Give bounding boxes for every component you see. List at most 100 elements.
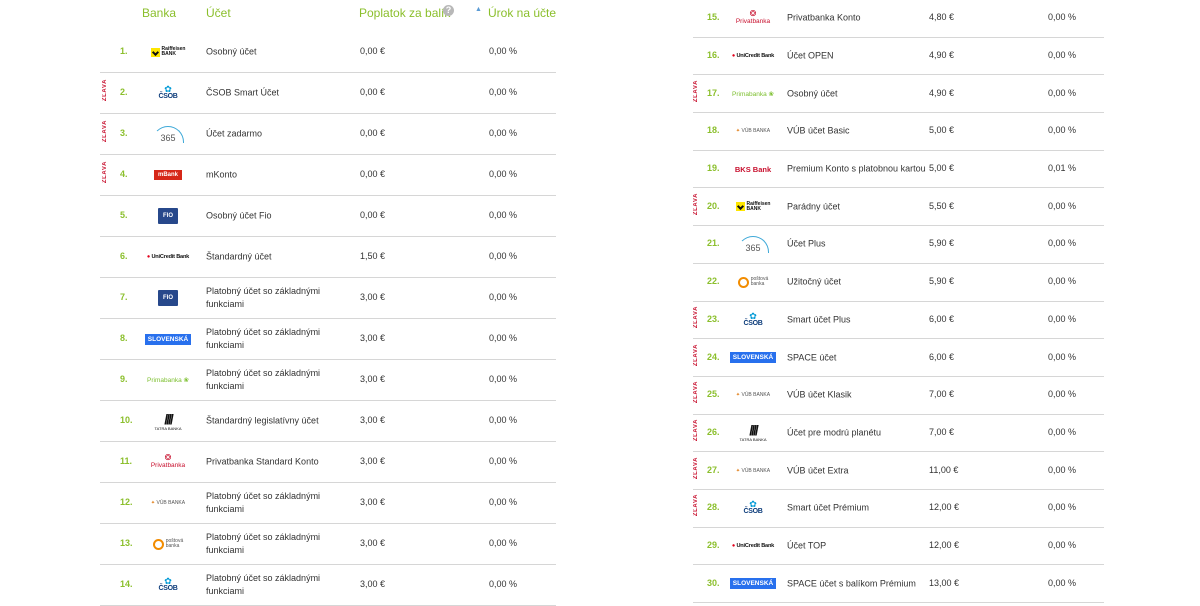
unicredit-wordmark: ● UniCredit Bank — [731, 542, 775, 549]
table-row[interactable]: ZĽAVA 2. ✿ ČSOB ČSOB Smart Účet 0,00 € 0,00 % — [100, 73, 556, 114]
table-row[interactable]: 18. ✦ VÚB BANKA VÚB účet Basic 5,00 € 0,00 % — [693, 113, 1104, 151]
fee-value: 3,00 € — [360, 292, 386, 302]
account-name[interactable]: Účet Plus — [787, 238, 922, 251]
account-name[interactable]: VÚB účet Klasik — [787, 389, 922, 402]
table-row[interactable]: 11. ❂ Privatbanka Privatbanka Standard Kont… — [100, 442, 556, 483]
interest-rate: 0,00 % — [1048, 539, 1077, 550]
fee-value: 12,00 € — [929, 502, 960, 513]
account-name[interactable]: Premium Konto s platobnou kartou — [787, 163, 926, 176]
account-name[interactable]: Smart účet Plus — [787, 313, 922, 326]
column-header-poplatok[interactable]: Poplatok za balík — [359, 6, 450, 20]
fee-value: 5,90 € — [929, 276, 955, 287]
unicredit-emblem-icon: ● — [731, 53, 737, 60]
account-name[interactable]: Platobný účet so základnými funkciami — [206, 326, 346, 352]
mbank-wordmark: mBank — [153, 170, 182, 180]
raiffeisen-emblem-icon — [735, 202, 745, 212]
account-name[interactable]: mKonto — [206, 169, 346, 182]
table-row[interactable]: 12. ✦ VÚB BANKA Platobný účet so základným… — [100, 483, 556, 524]
interest-rate: 0,00 % — [489, 169, 518, 179]
table-row[interactable]: 13. poštová banka Platobný účet so základný… — [100, 524, 556, 565]
sort-ascending-icon[interactable]: ▲ — [475, 6, 482, 13]
csob-mark: ✿ ČSOB — [158, 577, 177, 593]
rank-number: 17. — [707, 87, 720, 98]
account-name[interactable]: Osobný účet — [787, 87, 922, 100]
table-row[interactable]: ZĽAVA 26. ////TATRA BANKA Účet pre modrú pl… — [693, 415, 1104, 453]
table-row[interactable]: ZĽAVA 25. ✦ VÚB BANKA VÚB účet Klasik 7,00 €… — [693, 377, 1104, 415]
postova-ring-icon — [737, 276, 749, 288]
unicredit-wordmark: ● UniCredit Bank — [146, 254, 190, 260]
table-row[interactable]: ZĽAVA 20. Raiffeisen BANK Parádny účet 5,50 €… — [693, 188, 1104, 227]
account-name[interactable]: Privatbanka Konto — [787, 12, 922, 25]
rank-number: 2. — [120, 87, 128, 97]
fee-value: 3,00 € — [360, 456, 386, 466]
unicredit-logo: ● UniCredit Bank — [142, 244, 194, 270]
account-name[interactable]: Štandardný legislatívny účet — [206, 415, 346, 428]
account-name[interactable]: SPACE účet s balíkom Prémium — [787, 577, 922, 590]
table-row[interactable]: 6. ● UniCredit Bank Štandardný účet 1,50 € 0… — [100, 237, 556, 278]
account-name[interactable]: VÚB účet Extra — [787, 464, 922, 477]
column-header-banka[interactable]: Banka — [142, 6, 176, 20]
column-header-urok[interactable]: Úrok na účte — [488, 6, 556, 20]
table-row[interactable]: 29. ● UniCredit Bank Účet TOP 12,00 € 0,00 % — [693, 528, 1104, 566]
table-row[interactable]: 22. poštová banka Užitočný účet 5,90 € 0,00 % — [693, 264, 1104, 302]
interest-rate: 0,00 % — [1048, 87, 1077, 98]
account-name[interactable]: Smart účet Prémium — [787, 502, 922, 515]
zlava-badge: ZĽAVA — [693, 79, 699, 102]
interest-rate: 0,00 % — [489, 251, 518, 261]
account-name[interactable]: Platobný účet so základnými funkciami — [206, 531, 346, 557]
table-row[interactable]: ZĽAVA 27. ✦ VÚB BANKA VÚB účet Extra 11,00 €… — [693, 452, 1104, 490]
account-name[interactable]: ČSOB Smart Účet — [206, 87, 346, 100]
table-row[interactable]: ZĽAVA 4. mBank mKonto 0,00 € 0,00 % — [100, 155, 556, 196]
table-row[interactable]: 10. ////TATRA BANKA Štandardný legislatívn… — [100, 401, 556, 442]
rank-number: 30. — [707, 577, 720, 588]
slsp-logo: SLOVENSKÁ — [727, 571, 779, 597]
table-row[interactable]: 19. BKS Bank Premium Konto s platobnou kar… — [693, 151, 1104, 189]
account-name[interactable]: VÚB účet Basic — [787, 125, 922, 138]
interest-rate: 0,00 % — [1048, 502, 1077, 513]
csob-mark: ✿ ČSOB — [743, 500, 762, 516]
table-row[interactable]: ZĽAVA 28. ✿ ČSOB Smart účet Prémium 12,00 € 0,… — [693, 490, 1104, 528]
account-name[interactable]: Platobný účet so základnými funkciami — [206, 285, 346, 311]
table-row[interactable]: 8. SLOVENSKÁ Platobný účet so základnými f… — [100, 319, 556, 360]
rank-number: 20. — [707, 200, 720, 211]
table-row[interactable]: 5. FIO Osobný účet Fio 0,00 € 0,00 % — [100, 196, 556, 237]
table-row[interactable]: 16. ● UniCredit Bank Účet OPEN 4,90 € 0,00 % — [693, 38, 1104, 76]
account-name[interactable]: Parádny účet — [787, 200, 922, 213]
account-name[interactable]: Platobný účet so základnými funkciami — [206, 572, 346, 598]
account-name[interactable]: Užitočný účet — [787, 276, 922, 289]
interest-rate: 0,00 % — [1048, 276, 1077, 287]
tatra-wordmark: TATRA BANKA — [154, 425, 182, 431]
tatra-logo: ////TATRA BANKA — [142, 408, 194, 434]
privatbanka-logo: ❂ Privatbanka — [727, 5, 779, 31]
table-row[interactable]: ZĽAVA 3. 365 Účet zadarmo 0,00 € 0,00 % — [100, 114, 556, 155]
account-name[interactable]: Účet OPEN — [787, 50, 922, 63]
table-row[interactable]: ZĽAVA 24. SLOVENSKÁ SPACE účet 6,00 € 0,00 % — [693, 339, 1104, 377]
account-name[interactable]: Osobný účet Fio — [206, 210, 346, 223]
rank-number: 11. — [120, 456, 133, 466]
interest-rate: 0,00 % — [1048, 313, 1077, 324]
account-name[interactable]: Účet zadarmo — [206, 128, 346, 141]
table-row[interactable]: ZĽAVA 17. Primabanka ❀ Osobný účet 4,90 € 0,0… — [693, 75, 1104, 114]
rank-number: 22. — [707, 276, 720, 287]
rank-number: 1. — [120, 46, 128, 56]
help-icon[interactable]: ? — [443, 5, 454, 16]
table-row[interactable]: 7. FIO Platobný účet so základnými funkcia… — [100, 278, 556, 319]
fee-value: 11,00 € — [929, 464, 959, 475]
account-name[interactable]: Štandardný účet — [206, 251, 346, 264]
table-row[interactable]: 15. ❂ Privatbanka Privatbanka Konto 4,80 € 0,… — [693, 0, 1104, 38]
posta-logo: poštová banka — [142, 531, 194, 557]
account-name[interactable]: Platobný účet so základnými funkciami — [206, 490, 346, 516]
account-name[interactable]: Osobný účet — [206, 46, 346, 59]
vub-emblem-icon: ✦ — [150, 500, 157, 506]
account-name[interactable]: Účet TOP — [787, 539, 922, 552]
account-name[interactable]: SPACE účet — [787, 351, 922, 364]
account-name[interactable]: Privatbanka Standard Konto — [206, 456, 346, 469]
table-row[interactable]: 9. Primabanka ❀ Platobný účet so základným… — [100, 360, 556, 401]
column-header-ucet[interactable]: Účet — [206, 6, 231, 20]
table-row[interactable]: 21. 365 Účet Plus 5,90 € 0,00 % — [693, 226, 1104, 264]
account-name[interactable]: Účet pre modrú planétu — [787, 426, 922, 439]
table-row[interactable]: ZĽAVA 23. ✿ ČSOB Smart účet Plus 6,00 € 0,00 % — [693, 302, 1104, 340]
table-row[interactable]: 1. Raiffeisen BANK Osobný účet 0,00 € 0,00 % — [100, 32, 556, 73]
table-row[interactable]: 30. SLOVENSKÁ SPACE účet s balíkom Prémium… — [693, 565, 1104, 603]
account-name[interactable]: Platobný účet so základnými funkciami — [206, 367, 346, 393]
